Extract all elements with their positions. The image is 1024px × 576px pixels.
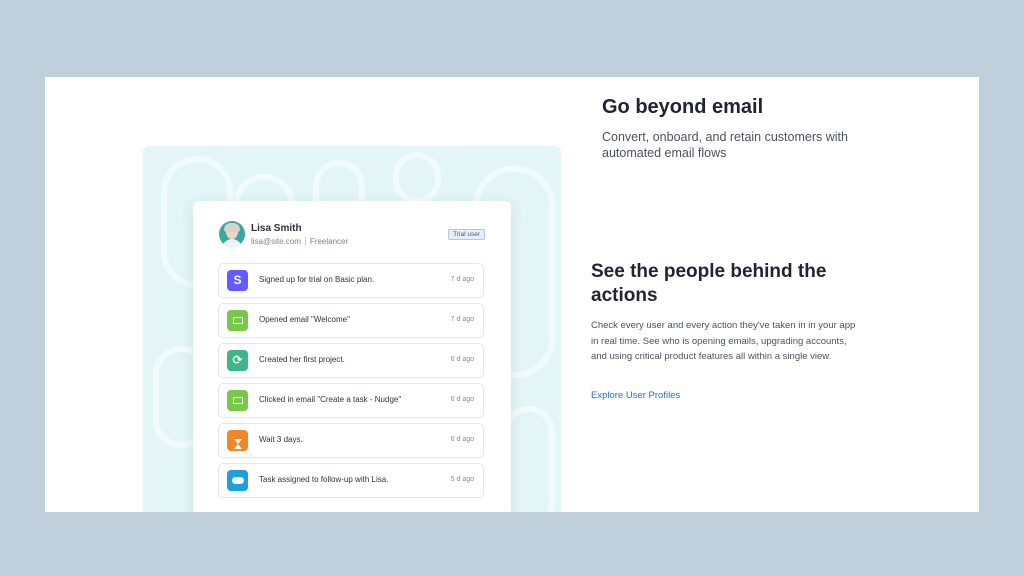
activity-item: Clicked in email "Create a task - Nudge"… [218, 383, 484, 418]
email-icon [227, 310, 248, 331]
explore-user-profiles-link[interactable]: Explore User Profiles [591, 390, 680, 401]
profile-email: lisa@site.com [251, 237, 301, 246]
activity-text: Created her first project. [259, 355, 345, 364]
sync-icon: ⟳ [227, 350, 248, 371]
secondary-heading: See the people behind the actions [591, 261, 827, 306]
activity-item: Opened email "Welcome" 7 d ago [218, 303, 484, 338]
activity-item: Task assigned to follow-up with Lisa. 5 … [218, 463, 484, 498]
stripe-icon: S [227, 270, 248, 291]
activity-item: ⟳ Created her first project. 6 d ago [218, 343, 484, 378]
primary-heading: Go beyond email [602, 96, 764, 118]
profile-header: Lisa Smith lisa@site.com Freelancer Trial… [219, 221, 485, 251]
profile-name: Lisa Smith [251, 223, 302, 234]
profile-role: Freelancer [309, 237, 349, 246]
salesforce-icon [227, 470, 248, 491]
decorative-shape [393, 152, 441, 204]
feature-panel: Lisa Smith lisa@site.com Freelancer Trial… [45, 77, 979, 512]
hourglass-icon [227, 430, 248, 451]
activity-time: 7 d ago [450, 316, 474, 323]
activity-time: 5 d ago [450, 476, 474, 483]
email-icon [227, 390, 248, 411]
secondary-description: Check every user and every action they'v… [591, 320, 856, 362]
activity-time: 6 d ago [450, 436, 474, 443]
avatar [219, 221, 245, 247]
activity-time: 6 d ago [450, 396, 474, 403]
activity-time: 6 d ago [450, 356, 474, 363]
activity-item: Wait 3 days. 6 d ago [218, 423, 484, 458]
activity-text: Task assigned to follow-up with Lisa. [259, 475, 389, 484]
activity-text: Clicked in email "Create a task - Nudge" [259, 395, 402, 404]
primary-description: Convert, onboard, and retain customers w… [602, 130, 848, 160]
activity-text: Opened email "Welcome" [259, 315, 350, 324]
user-profile-card: Lisa Smith lisa@site.com Freelancer Trial… [193, 201, 511, 512]
activity-text: Signed up for trial on Basic plan. [259, 275, 375, 284]
activity-text: Wait 3 days. [259, 435, 303, 444]
activity-time: 7 d ago [450, 276, 474, 283]
activity-item: S Signed up for trial on Basic plan. 7 d… [218, 263, 484, 298]
status-badge: Trial user [448, 229, 485, 240]
profile-meta: lisa@site.com Freelancer [251, 237, 348, 246]
